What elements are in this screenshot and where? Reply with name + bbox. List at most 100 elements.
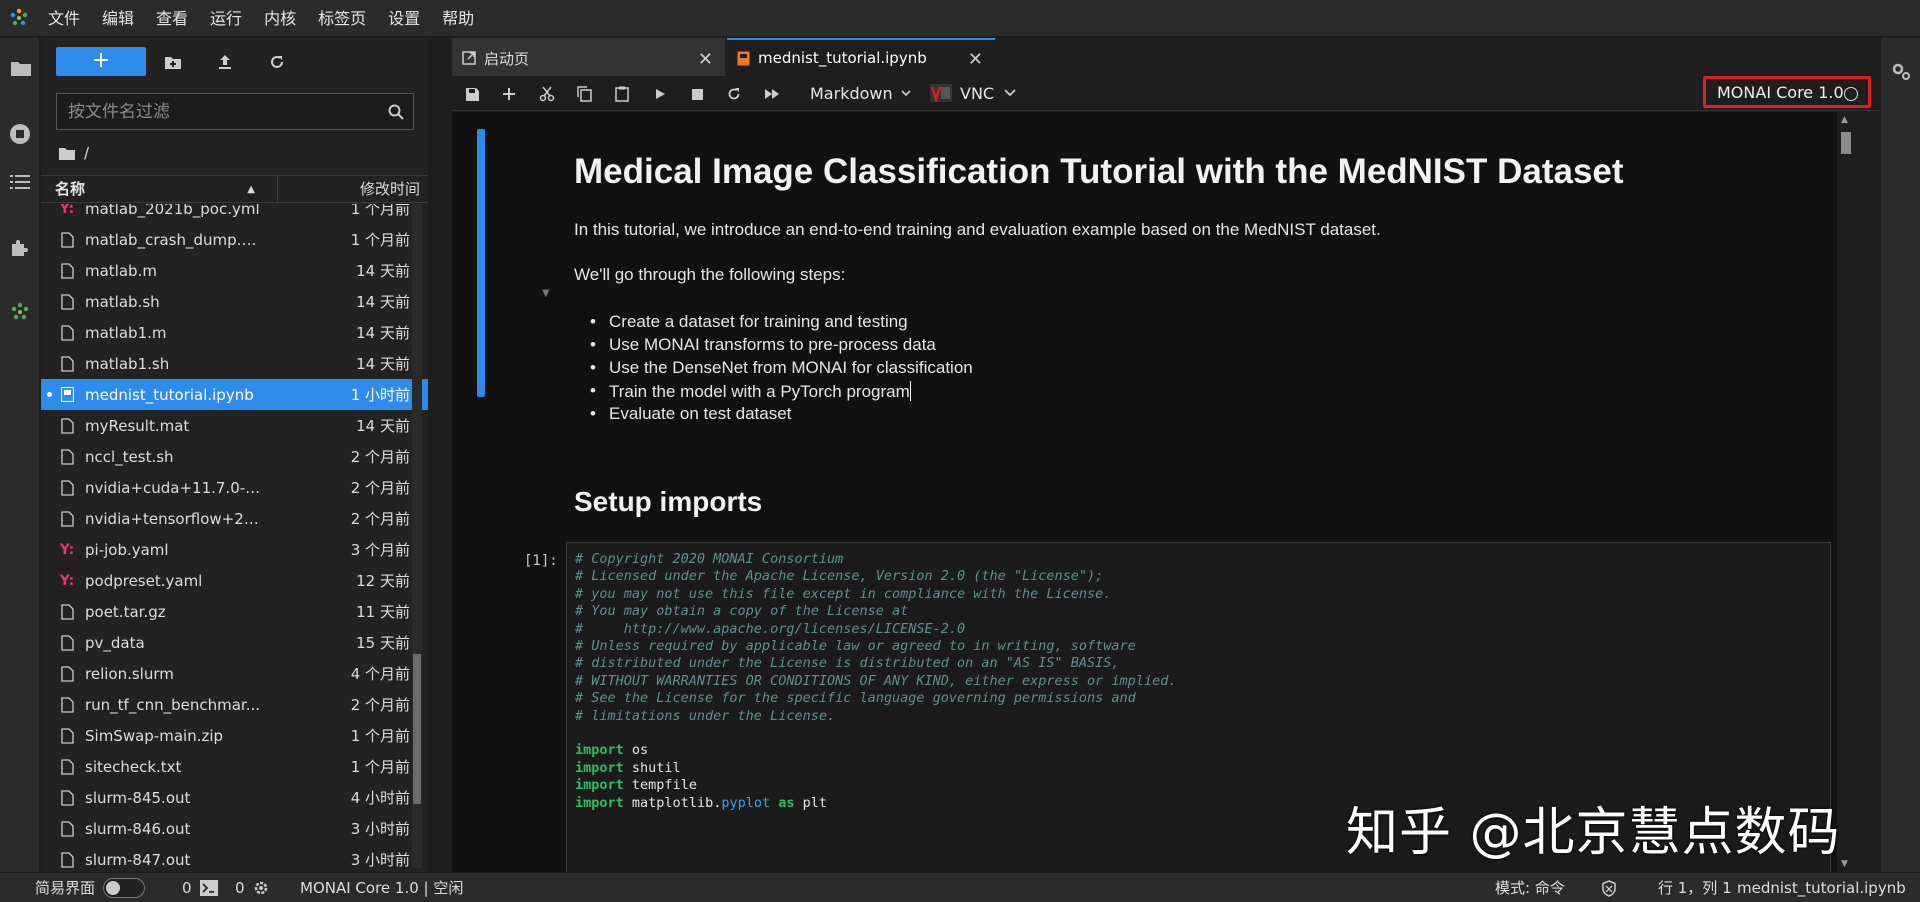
- menu-view[interactable]: 查看: [145, 0, 199, 37]
- menu-kernel[interactable]: 内核: [253, 0, 307, 37]
- menu-settings[interactable]: 设置: [377, 0, 431, 37]
- fast-forward-icon[interactable]: [761, 83, 783, 105]
- scrollbar-thumb[interactable]: [1841, 132, 1851, 154]
- code-import-line: import tempfile: [575, 777, 1176, 794]
- simple-mode-toggle[interactable]: [103, 878, 146, 898]
- menu-edit[interactable]: 编辑: [91, 0, 145, 37]
- new-folder-icon[interactable]: [161, 50, 185, 74]
- save-icon[interactable]: [461, 83, 483, 105]
- menu-help[interactable]: 帮助: [431, 0, 485, 37]
- file-icon: [59, 758, 75, 776]
- property-inspector-icon[interactable]: [1881, 52, 1920, 92]
- monai-icon[interactable]: [0, 292, 40, 332]
- text-cursor: [909, 381, 911, 401]
- breadcrumb-root[interactable]: /: [84, 144, 89, 162]
- list-item: Use MONAI transforms to pre-process data: [588, 335, 973, 358]
- scrollbar-thumb[interactable]: [413, 654, 421, 804]
- file-list-scrollbar[interactable]: [412, 204, 422, 868]
- file-modified: 11 天前: [356, 603, 410, 621]
- column-name-header[interactable]: 名称 ▲: [41, 176, 278, 202]
- kernels-status[interactable]: 0: [235, 873, 269, 902]
- restart-icon[interactable]: [723, 83, 745, 105]
- active-cell-indicator[interactable]: [477, 129, 485, 397]
- vnc-label: VNC: [960, 83, 995, 103]
- file-row[interactable]: matlab_crash_dump.1... 1 个月前: [41, 224, 428, 255]
- kernel-status-text[interactable]: MONAI Core 1.0 | 空闲: [300, 873, 463, 902]
- file-list: Y: matlab_2021b_poc.yml 1 个月前 matlab_crash_…: [41, 204, 428, 870]
- upload-icon[interactable]: [213, 50, 237, 74]
- step-text: Use the DenseNet from MONAI for classifi…: [609, 358, 973, 377]
- code-submodule: pyplot: [721, 794, 771, 811]
- vnc-dropdown[interactable]: VNC: [930, 81, 1016, 105]
- file-row[interactable]: relion.slurm 4 个月前: [41, 658, 428, 689]
- folder-icon[interactable]: [58, 146, 76, 161]
- column-modified-header[interactable]: 修改时间: [278, 176, 428, 202]
- file-row[interactable]: matlab.sh 14 天前: [41, 286, 428, 317]
- file-icon: [59, 231, 75, 249]
- file-row[interactable]: Y: pi-job.yaml 3 个月前: [41, 534, 428, 565]
- terminal-icon: [199, 880, 218, 896]
- file-browser: + / 名称 ▲ 修改时间 Y: matlab_2021b_poc.yml 1 个月…: [41, 38, 428, 872]
- menu-file[interactable]: 文件: [37, 0, 91, 37]
- file-row[interactable]: nvidia+tensorflow+22... 2 个月前: [41, 503, 428, 534]
- menu-run[interactable]: 运行: [199, 0, 253, 37]
- file-row[interactable]: slurm-845.out 4 小时前: [41, 782, 428, 813]
- extensions-icon[interactable]: [0, 228, 40, 268]
- file-row[interactable]: slurm-847.out 3 小时前: [41, 844, 428, 870]
- cursor-position[interactable]: 行 1，列 1: [1658, 873, 1732, 902]
- step-text: Evaluate on test dataset: [609, 404, 792, 423]
- file-row[interactable]: myResult.mat 14 天前: [41, 410, 428, 441]
- add-cell-icon[interactable]: [498, 83, 520, 105]
- file-row[interactable]: sitecheck.txt 1 个月前: [41, 751, 428, 782]
- breadcrumb: /: [58, 141, 89, 165]
- new-launcher-button[interactable]: +: [56, 47, 146, 76]
- code-keyword: import: [575, 742, 624, 759]
- tab-launcher[interactable]: 启动页 ✕: [452, 38, 725, 76]
- file-row[interactable]: pv_data 15 天前: [41, 627, 428, 658]
- code-comment-line: # See the License for the specific langu…: [575, 690, 1136, 707]
- file-row[interactable]: matlab1.m 14 天前: [41, 317, 428, 348]
- file-row[interactable]: poet.tar.gz 11 天前: [41, 596, 428, 627]
- file-row[interactable]: nccl_test.sh 2 个月前: [41, 441, 428, 472]
- file-row[interactable]: Y: matlab_2021b_poc.yml 1 个月前: [41, 204, 428, 224]
- tab-notebook[interactable]: mednist_tutorial.ipynb ✕: [727, 38, 995, 76]
- toc-icon[interactable]: [0, 162, 40, 202]
- notebook-scrollbar[interactable]: ▲ ▼: [1837, 112, 1854, 872]
- file-filter-input[interactable]: [57, 94, 379, 129]
- file-row[interactable]: mednist_tutorial.ipynb 1 小时前: [41, 379, 428, 410]
- stop-icon[interactable]: [686, 83, 708, 105]
- file-row[interactable]: nvidia+cuda+11.7.0-b... 2 个月前: [41, 472, 428, 503]
- file-icon: [59, 293, 75, 311]
- scroll-down-icon[interactable]: ▼: [1841, 859, 1848, 869]
- code-editor[interactable]: # Copyright 2020 MONAI Consortium # Licen…: [575, 551, 1176, 812]
- cut-icon[interactable]: [536, 83, 558, 105]
- folder-icon[interactable]: [0, 48, 40, 88]
- file-row[interactable]: matlab.m 14 天前: [41, 255, 428, 286]
- close-icon[interactable]: ✕: [698, 49, 713, 70]
- file-row[interactable]: run_tf_cnn_benchmar... 2 个月前: [41, 689, 428, 720]
- file-filter: [56, 93, 414, 130]
- close-icon[interactable]: ✕: [968, 49, 983, 70]
- scroll-up-icon[interactable]: ▲: [1841, 115, 1848, 125]
- collapse-heading-icon[interactable]: ▼: [542, 288, 550, 299]
- cell-type-select[interactable]: Markdown: [810, 81, 911, 105]
- refresh-icon[interactable]: [265, 50, 289, 74]
- menu-tabs[interactable]: 标签页: [307, 0, 377, 37]
- panel-splitter[interactable]: [428, 38, 452, 872]
- trust-icon[interactable]: [1601, 873, 1617, 902]
- file-icon: [59, 417, 75, 435]
- terminals-status[interactable]: 0: [182, 873, 218, 902]
- copy-icon[interactable]: [573, 83, 595, 105]
- file-name: run_tf_cnn_benchmar...: [85, 695, 261, 714]
- file-row[interactable]: Y: podpreset.yaml 12 天前: [41, 565, 428, 596]
- file-row[interactable]: matlab1.sh 14 天前: [41, 348, 428, 379]
- file-row[interactable]: SimSwap-main.zip 1 个月前: [41, 720, 428, 751]
- run-icon[interactable]: [649, 83, 671, 105]
- kernel-indicator[interactable]: MONAI Core 1.0: [1703, 76, 1871, 108]
- file-row[interactable]: slurm-846.out 3 小时前: [41, 813, 428, 844]
- running-icon[interactable]: [0, 114, 40, 154]
- file-name: slurm-847.out: [85, 850, 191, 869]
- file-name: matlab_2021b_poc.yml: [85, 204, 260, 218]
- paste-icon[interactable]: [611, 83, 633, 105]
- kernel-gear-icon: [253, 880, 269, 896]
